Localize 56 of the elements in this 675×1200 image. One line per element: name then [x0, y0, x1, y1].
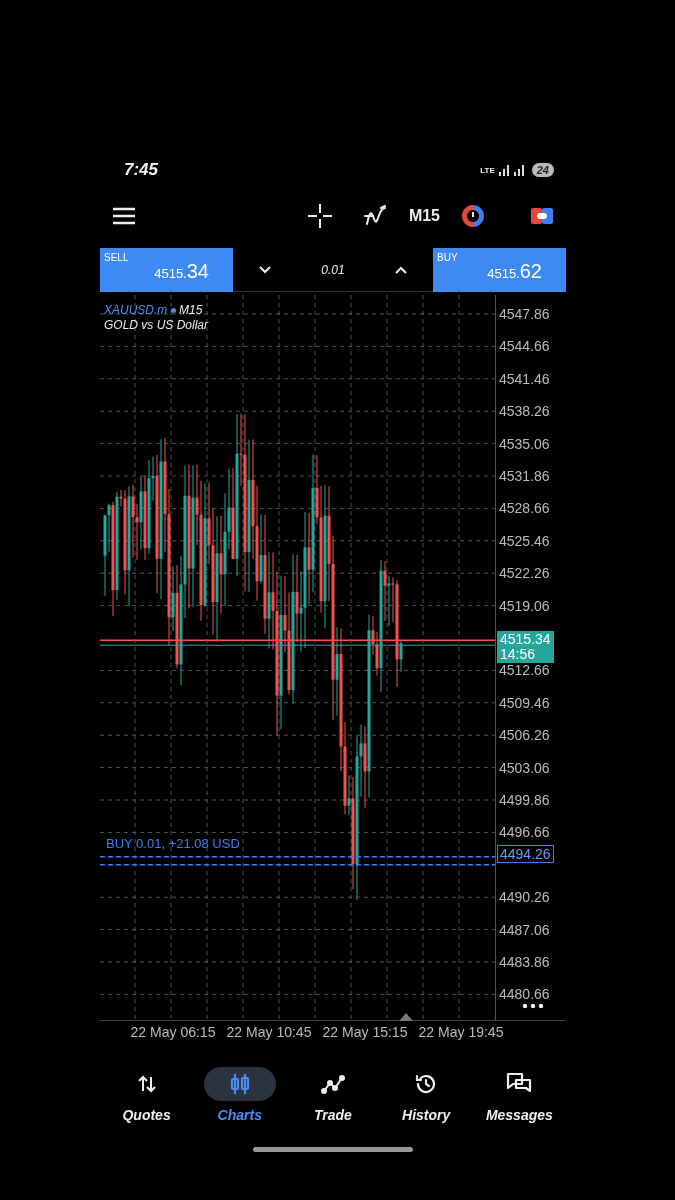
- line-graph-icon: [320, 1073, 345, 1095]
- buy-price: 4515.62: [487, 260, 542, 283]
- price-label: 4519.06: [499, 596, 550, 615]
- crosshair-icon[interactable]: [306, 203, 333, 229]
- clock-icon[interactable]: [460, 203, 486, 229]
- price-label: 4509.46: [499, 693, 550, 712]
- price-label: 4547.86: [499, 305, 550, 323]
- price-label: 4531.86: [499, 467, 550, 485]
- position-price-tag: 4494.26: [497, 845, 554, 863]
- price-label: 4506.26: [499, 726, 550, 745]
- price-label: 4487.06: [499, 920, 550, 939]
- scroll-marker-icon[interactable]: [399, 1013, 413, 1021]
- price-label: 4483.86: [499, 953, 550, 971]
- current-price-tag: 4515.34 14:56: [497, 631, 554, 663]
- nav-tab[interactable]: Trade: [287, 1067, 378, 1123]
- chart-timeframe: M15: [179, 303, 203, 317]
- symbol-description: GOLD vs US Dollar: [104, 318, 209, 333]
- symbol-name: XAUUSD.m: [104, 303, 168, 317]
- price-label: 4528.66: [499, 499, 550, 518]
- menu-icon[interactable]: [112, 207, 136, 225]
- clock-time: 7:45: [124, 160, 160, 180]
- nav-tab[interactable]: Messages: [474, 1067, 565, 1123]
- nav-tab[interactable]: Quotes: [101, 1067, 192, 1123]
- price-label: 4496.66: [499, 823, 550, 842]
- battery-level: 24: [531, 163, 554, 177]
- separator-dot-icon: [170, 308, 176, 314]
- price-label: 4535.06: [499, 434, 550, 453]
- price-label: 4538.26: [499, 402, 550, 421]
- price-label: 4503.06: [499, 758, 550, 777]
- network-type: LTE: [480, 165, 495, 175]
- volume-value[interactable]: 0.01: [321, 262, 345, 277]
- chevron-down-icon[interactable]: [257, 264, 272, 275]
- nav-tab[interactable]: History: [381, 1067, 472, 1123]
- indicator-icon[interactable]: [362, 204, 389, 228]
- time-label: 22 May 10:45: [225, 1023, 313, 1042]
- price-label: 4499.86: [499, 791, 550, 809]
- signal-icon: [498, 164, 511, 176]
- time-label: 22 May 15:15: [321, 1023, 409, 1042]
- time-label: 22 May 06:15: [129, 1023, 217, 1042]
- nav-tab[interactable]: Charts: [194, 1067, 285, 1123]
- price-label: 4512.66: [499, 661, 550, 680]
- signal-icon: [513, 164, 526, 176]
- sell-price: 4515.34: [154, 260, 209, 283]
- more-icon[interactable]: [522, 1003, 544, 1009]
- price-label: 4522.26: [499, 564, 550, 583]
- candlestick-icon: [228, 1072, 251, 1096]
- chevron-up-icon[interactable]: [394, 264, 409, 275]
- time-label: 22 May 19:45: [417, 1023, 505, 1042]
- price-label: 4544.66: [499, 337, 550, 356]
- position-label: BUY 0.01, +21.08 USD: [106, 836, 240, 851]
- price-label: 4541.46: [499, 369, 550, 388]
- timeframe-button[interactable]: M15: [408, 207, 440, 225]
- price-label: 4490.26: [499, 888, 550, 907]
- trade-panel-icon[interactable]: [530, 206, 554, 226]
- price-label: 4480.66: [499, 985, 550, 1004]
- price-label: 4525.46: [499, 531, 550, 550]
